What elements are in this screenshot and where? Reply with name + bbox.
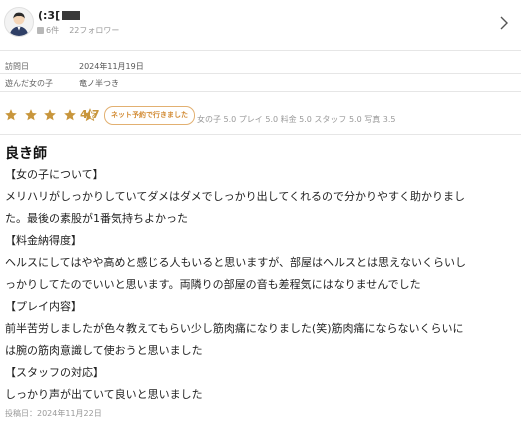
net-reservation-badge: ネット予約で行きました xyxy=(104,106,195,125)
review-line: っかりしてたのでいいと思います。両隣りの部屋の音も差程気にはなりませんでした xyxy=(5,278,421,291)
star-icon xyxy=(44,109,57,121)
review-title: 良き師 xyxy=(5,146,47,162)
review-line: は腕の筋肉意識して使おうと思いました xyxy=(5,344,203,357)
girl-name[interactable]: 竜ノ半つき xyxy=(79,78,119,89)
document-icon xyxy=(37,27,44,34)
review-line: ヘルスにしてはやや高めと感じる人もいると思いますが、部屋はヘルスとは思えないくら… xyxy=(5,256,467,269)
followers-count: 22フォロワー xyxy=(69,26,120,35)
star-icon xyxy=(64,109,76,121)
divider xyxy=(0,50,521,51)
visit-date: 2024年11月19日 xyxy=(79,62,144,71)
user-stats: 6件 22フォロワー xyxy=(37,25,119,36)
divider xyxy=(0,73,521,74)
rating-value: 4.7 xyxy=(80,108,100,121)
masked-name-block xyxy=(62,11,81,20)
star-icon xyxy=(5,109,17,121)
review-page: (:3[ 6件 22フォロワー 訪問日 2024年11月19日 遊んだ女の子 竜… xyxy=(0,0,521,431)
review-line: 【プレイ内容】 xyxy=(5,300,82,313)
review-line: 前半苦労しましたが色々教えてもらい少し筋肉痛になりました(笑)筋肉痛にならないく… xyxy=(5,322,464,335)
star-icon xyxy=(24,109,37,121)
divider xyxy=(0,134,521,135)
girl-label: 遊んだ女の子 xyxy=(5,79,53,88)
posted-date: 投稿日：2024年11月22日 xyxy=(5,409,102,418)
visit-date-label: 訪問日 xyxy=(5,62,29,71)
chevron-right-icon[interactable] xyxy=(497,14,511,32)
reviewer-header[interactable]: (:3[ 6件 22フォロワー xyxy=(0,0,521,50)
avatar-icon[interactable] xyxy=(4,7,34,37)
review-line: 【スタッフの対応】 xyxy=(5,366,104,379)
review-line: メリハリがしっかりしていてダメはダメでしっかり出してくれるので分かりやすく助かり… xyxy=(5,190,466,203)
review-line: た。最後の素股が1番気持ちよかった xyxy=(5,212,188,225)
review-line: 【料金納得度】 xyxy=(5,234,82,247)
posts-count: 6件 xyxy=(46,26,60,35)
category-scores: 女の子 5.0 プレイ 5.0 料金 5.0 スタッフ 5.0 写真 3.5 xyxy=(197,115,396,124)
review-line: しっかり声が出ていて良いと思いました xyxy=(5,388,203,401)
user-name[interactable]: (:3[ xyxy=(38,9,81,22)
divider xyxy=(0,91,521,92)
review-line: 【女の子について】 xyxy=(5,168,104,181)
